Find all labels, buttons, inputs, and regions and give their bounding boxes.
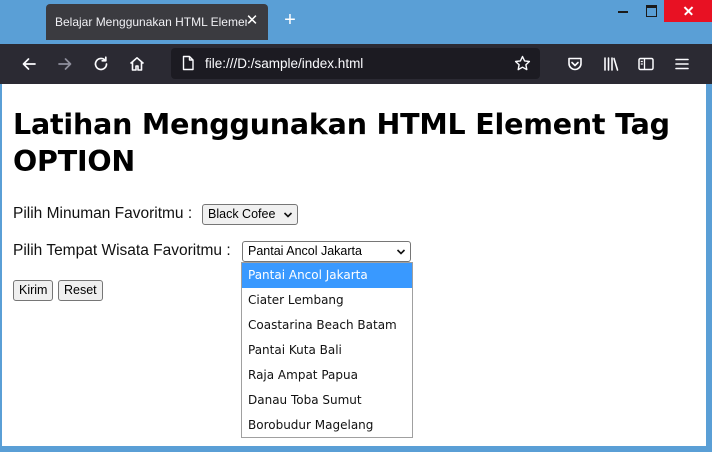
dropdown-option[interactable]: Raja Ampat Papua (242, 363, 412, 388)
dropdown-option[interactable]: Coastarina Beach Batam (242, 313, 412, 338)
page-content: Latihan Menggunakan HTML Element Tag OPT… (2, 84, 706, 446)
place-selected-value: Pantai Ancol Jakarta (248, 244, 362, 258)
dropdown-option[interactable]: Pantai Ancol Jakarta (242, 263, 412, 288)
new-tab-icon[interactable]: + (281, 10, 299, 30)
dropdown-option[interactable]: Ciater Lembang (242, 288, 412, 313)
minimize-icon[interactable] (608, 0, 638, 22)
dropdown-option[interactable]: Pantai Kuta Bali (242, 338, 412, 363)
browser-tab[interactable]: Belajar Menggunakan HTML Element Tag OPT… (46, 4, 268, 40)
page-title: Latihan Menggunakan HTML Element Tag OPT… (13, 108, 670, 178)
sidebar-toggle-icon[interactable] (634, 52, 658, 76)
chevron-down-icon (283, 212, 293, 218)
dropdown-option[interactable]: Borobudur Magelang (242, 413, 412, 438)
drink-selected-value: Black Cofee (208, 207, 276, 221)
dropdown-option[interactable]: Danau Toba Sumut (242, 388, 412, 413)
pocket-icon[interactable] (563, 52, 587, 76)
submit-button[interactable]: Kirim (13, 280, 54, 301)
window-frame-right (706, 84, 712, 452)
page-icon (180, 55, 196, 76)
url-bar[interactable]: file:///D:/sample/index.html (171, 48, 540, 79)
chevron-down-icon (396, 249, 406, 255)
back-icon[interactable] (17, 52, 41, 76)
home-icon[interactable] (125, 52, 149, 76)
drink-label: Pilih Minuman Favoritmu : (13, 205, 193, 222)
forward-icon[interactable] (53, 52, 77, 76)
reload-icon[interactable] (89, 52, 113, 76)
library-icon[interactable] (599, 52, 623, 76)
window-close-icon[interactable] (664, 0, 712, 22)
tab-title: Belajar Menggunakan HTML Element Tag OPT… (55, 15, 247, 29)
menu-icon[interactable] (670, 52, 694, 76)
url-text: file:///D:/sample/index.html (205, 56, 364, 71)
window-titlebar: Belajar Menggunakan HTML Element Tag OPT… (0, 0, 712, 44)
reset-button[interactable]: Reset (58, 280, 103, 301)
place-dropdown-list: Pantai Ancol Jakarta Ciater Lembang Coasta… (241, 262, 413, 438)
tab-close-icon[interactable]: ✕ (244, 13, 260, 29)
place-label: Pilih Tempat Wisata Favoritmu : (13, 242, 231, 259)
bookmark-star-icon[interactable] (514, 55, 531, 77)
drink-select[interactable]: Black Cofee (202, 204, 298, 225)
maximize-icon[interactable] (637, 0, 667, 22)
window-frame-bottom (0, 446, 712, 452)
place-select[interactable]: Pantai Ancol Jakarta (242, 241, 411, 262)
